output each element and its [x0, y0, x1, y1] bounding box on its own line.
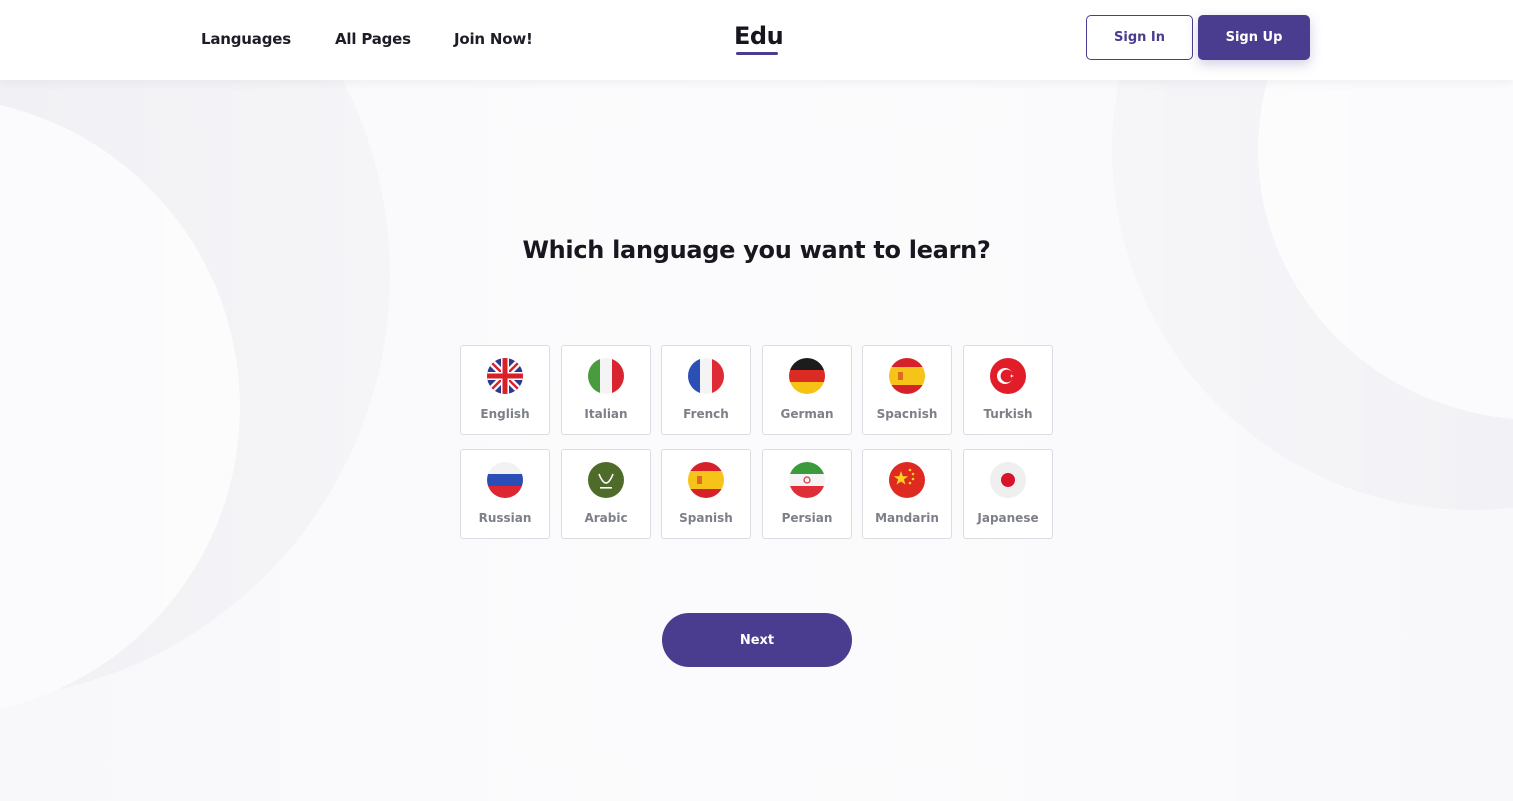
italy-flag-icon [588, 358, 624, 394]
language-label: Russian [478, 511, 532, 525]
language-card-italian[interactable]: Italian [561, 345, 651, 435]
language-label: German [780, 407, 834, 421]
language-label: Spacnish [876, 407, 938, 421]
page-title: Which language you want to learn? [522, 236, 991, 264]
language-card-persian[interactable]: Persian [762, 449, 852, 539]
china-flag-icon [889, 462, 925, 498]
logo[interactable]: Edu [734, 22, 784, 50]
language-label: English [480, 407, 530, 421]
language-card-german[interactable]: German [762, 345, 852, 435]
france-flag-icon [688, 358, 724, 394]
nav-link-join-now[interactable]: Join Now! [454, 30, 533, 48]
sign-up-button[interactable]: Sign Up [1198, 15, 1310, 60]
saudi-arabia-flag-icon [588, 462, 624, 498]
language-label: Mandarin [875, 511, 939, 525]
background-fade [0, 80, 1513, 801]
language-card-russian[interactable]: Russian [460, 449, 550, 539]
language-card-french[interactable]: French [661, 345, 751, 435]
next-button[interactable]: Next [662, 613, 852, 667]
language-card-mandarin[interactable]: Mandarin [862, 449, 952, 539]
language-card-arabic[interactable]: Arabic [561, 449, 651, 539]
sign-in-button[interactable]: Sign In [1086, 15, 1193, 60]
spain-flag-icon [889, 358, 925, 394]
language-card-english[interactable]: English [460, 345, 550, 435]
russia-flag-icon [487, 462, 523, 498]
nav-link-languages[interactable]: Languages [201, 30, 291, 48]
language-label: French [683, 407, 729, 421]
germany-flag-icon [789, 358, 825, 394]
language-label: Japanese [977, 511, 1039, 525]
page: Languages All Pages Join Now! Edu Sign I… [0, 0, 1513, 801]
turkey-flag-icon [990, 358, 1026, 394]
language-card-spacnish[interactable]: Spacnish [862, 345, 952, 435]
uk-flag-icon [487, 358, 523, 394]
language-card-japanese[interactable]: Japanese [963, 449, 1053, 539]
top-navbar: Languages All Pages Join Now! Edu Sign I… [0, 0, 1513, 80]
nav-link-all-pages[interactable]: All Pages [335, 30, 411, 48]
language-label: Persian [781, 511, 833, 525]
logo-underline [736, 52, 778, 55]
iran-flag-icon [789, 462, 825, 498]
spain-flag-icon [688, 462, 724, 498]
language-label: Italian [584, 407, 628, 421]
japan-flag-icon [990, 462, 1026, 498]
language-label: Spanish [679, 511, 733, 525]
language-card-turkish[interactable]: Turkish [963, 345, 1053, 435]
language-label: Turkish [983, 407, 1033, 421]
language-card-spanish[interactable]: Spanish [661, 449, 751, 539]
language-label: Arabic [584, 511, 628, 525]
